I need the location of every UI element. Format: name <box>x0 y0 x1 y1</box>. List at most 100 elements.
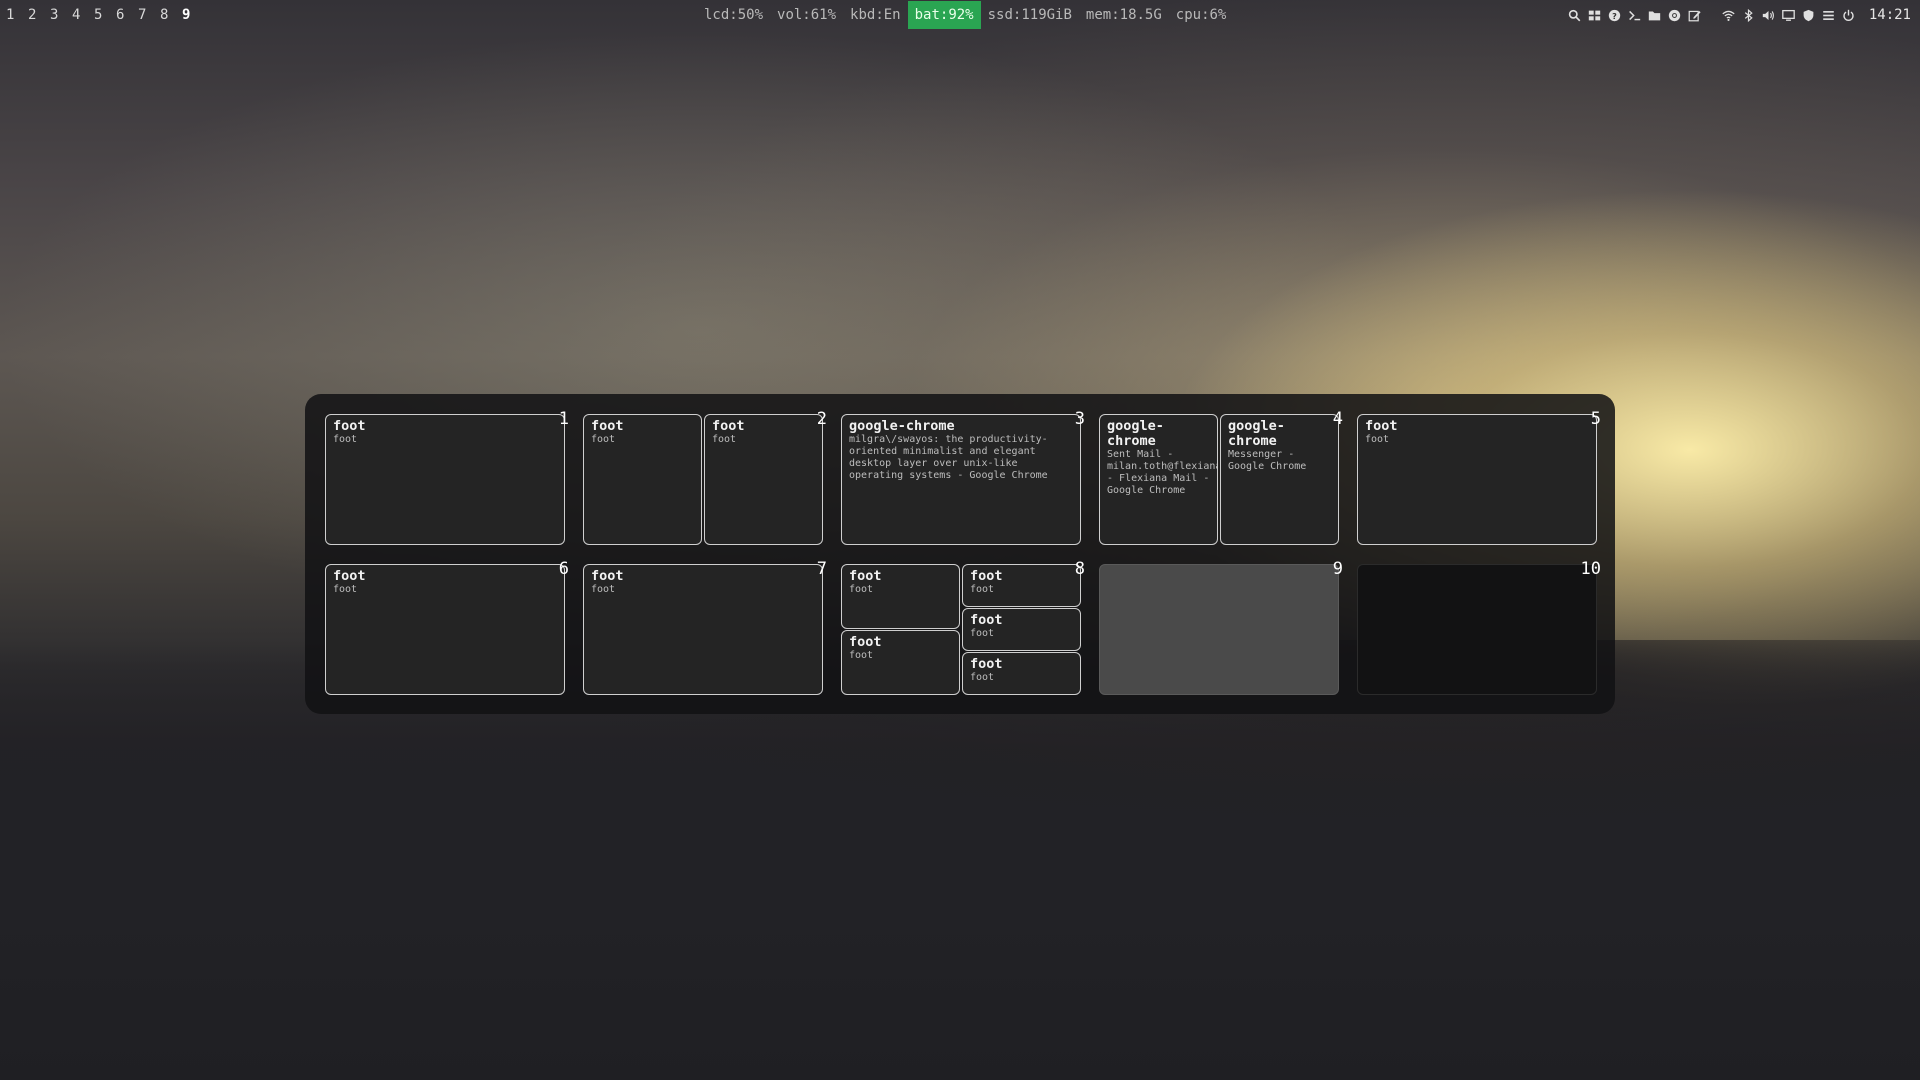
window-app-name: google-chrome <box>1107 418 1164 449</box>
window-thumbnail[interactable]: foot foot <box>1357 414 1597 545</box>
overview-workspace-8[interactable]: foot foot foot foot foot foot foot foot … <box>841 560 1085 695</box>
window-app-name: foot <box>970 612 1003 628</box>
clock[interactable]: 14:21 <box>1869 7 1911 23</box>
display-icon[interactable] <box>1779 5 1799 25</box>
window-thumbnail[interactable]: google-chrome Sent Mail - milan.toth@fle… <box>1099 414 1218 545</box>
window-app-name: foot <box>970 568 1003 584</box>
workspace-button-7[interactable]: 7 <box>138 7 160 23</box>
workspace-number: 1 <box>558 409 569 429</box>
window-thumbnail[interactable]: foot foot <box>962 564 1081 607</box>
window-app-name: foot <box>712 418 745 434</box>
window-title: foot <box>333 434 358 445</box>
workspace-button-1[interactable]: 1 <box>6 7 28 23</box>
window-app-name: foot <box>591 568 624 584</box>
window-thumbnail[interactable]: foot foot <box>962 652 1081 695</box>
overview-workspace-10[interactable]: 10 <box>1357 560 1601 695</box>
shield-icon[interactable] <box>1799 5 1819 25</box>
window-thumbnail[interactable]: foot foot <box>583 414 702 545</box>
memory-status[interactable]: mem:18.5G <box>1079 1 1169 29</box>
edit-icon[interactable] <box>1685 5 1705 25</box>
window-title: milgra\/swayos: the productivity-oriente… <box>849 434 1048 481</box>
workspace-button-2[interactable]: 2 <box>28 7 50 23</box>
window-app-name: foot <box>849 634 882 650</box>
overview-workspace-4[interactable]: google-chrome Sent Mail - milan.toth@fle… <box>1099 410 1343 545</box>
window-title: foot <box>849 650 874 661</box>
window-thumbnail[interactable]: google-chrome milgra\/swayos: the produc… <box>841 414 1081 545</box>
lcd-brightness-status[interactable]: lcd:50% <box>697 1 770 29</box>
workspace-number: 2 <box>816 409 827 429</box>
bluetooth-icon[interactable] <box>1739 5 1759 25</box>
svg-text:?: ? <box>1612 10 1617 20</box>
workspace-number: 4 <box>1332 409 1343 429</box>
wifi-icon[interactable] <box>1719 5 1739 25</box>
folder-icon[interactable] <box>1645 5 1665 25</box>
window-app-name: google-chrome <box>849 418 955 434</box>
window-app-name: foot <box>970 656 1003 672</box>
workspace-number: 3 <box>1074 409 1085 429</box>
search-icon[interactable] <box>1565 5 1585 25</box>
help-icon[interactable]: ? <box>1605 5 1625 25</box>
window-title: foot <box>970 584 995 595</box>
battery-status[interactable]: bat:92% <box>907 1 981 29</box>
window-title: foot <box>591 434 616 445</box>
window-thumbnail[interactable]: foot foot <box>583 564 823 695</box>
overview-workspace-6[interactable]: foot foot 6 <box>325 560 569 695</box>
workspace-overview: foot foot 1 foot foot foot foot 2 google… <box>305 394 1615 714</box>
window-thumbnail[interactable]: foot foot <box>841 630 960 695</box>
top-bar: 1 2 3 4 5 6 7 8 9 lcd:50% vol:61% kbd:En… <box>0 0 1920 30</box>
grid-icon[interactable] <box>1585 5 1605 25</box>
workspace-number: 5 <box>1590 409 1601 429</box>
window-app-name: foot <box>333 418 366 434</box>
volume-icon[interactable] <box>1759 5 1779 25</box>
window-title: foot <box>712 434 737 445</box>
window-title: foot <box>333 584 358 595</box>
workspace-number: 8 <box>1074 559 1085 579</box>
empty-workspace-preview <box>1357 564 1597 695</box>
window-thumbnail[interactable]: foot foot <box>962 608 1081 651</box>
cpu-status[interactable]: cpu:6% <box>1169 1 1234 29</box>
system-tray: ? 14:21 <box>1565 0 1920 30</box>
menu-icon[interactable] <box>1819 5 1839 25</box>
window-title: foot <box>849 584 874 595</box>
window-app-name: foot <box>1365 418 1398 434</box>
overview-workspace-9[interactable]: 9 <box>1099 560 1343 695</box>
status-indicators: lcd:50% vol:61% kbd:En bat:92% ssd:119Gi… <box>697 0 1233 30</box>
empty-workspace-preview <box>1099 564 1339 695</box>
window-app-name: foot <box>333 568 366 584</box>
power-icon[interactable] <box>1839 5 1859 25</box>
chrome-icon[interactable] <box>1665 5 1685 25</box>
window-title: Sent Mail - milan.toth@flexiana.com - Fl… <box>1107 449 1217 496</box>
window-thumbnail[interactable]: foot foot <box>325 564 565 695</box>
workspace-switcher: 1 2 3 4 5 6 7 8 9 <box>6 0 204 30</box>
workspace-number: 9 <box>1332 559 1343 579</box>
overview-workspace-2[interactable]: foot foot foot foot 2 <box>583 410 827 545</box>
terminal-icon[interactable] <box>1625 5 1645 25</box>
workspace-number: 7 <box>816 559 827 579</box>
workspace-button-8[interactable]: 8 <box>160 7 182 23</box>
window-thumbnail[interactable]: foot foot <box>325 414 565 545</box>
workspace-number: 10 <box>1580 559 1601 579</box>
overview-workspace-1[interactable]: foot foot 1 <box>325 410 569 545</box>
window-app-name: foot <box>849 568 882 584</box>
overview-workspace-3[interactable]: google-chrome milgra\/swayos: the produc… <box>841 410 1085 545</box>
window-title: foot <box>591 584 616 595</box>
workspace-button-5[interactable]: 5 <box>94 7 116 23</box>
workspace-button-4[interactable]: 4 <box>72 7 94 23</box>
workspace-button-9[interactable]: 9 <box>182 7 204 23</box>
window-thumbnail[interactable]: foot foot <box>841 564 960 629</box>
window-app-name: foot <box>591 418 624 434</box>
overview-workspace-7[interactable]: foot foot 7 <box>583 560 827 695</box>
workspace-number: 6 <box>558 559 569 579</box>
window-title: foot <box>970 628 995 639</box>
window-title: foot <box>1365 434 1390 445</box>
window-title: Messenger - Google Chrome <box>1228 449 1307 472</box>
window-thumbnail[interactable]: google-chrome Messenger - Google Chrome <box>1220 414 1339 545</box>
window-thumbnail[interactable]: foot foot <box>704 414 823 545</box>
window-app-name: google-chrome <box>1228 418 1285 449</box>
workspace-button-6[interactable]: 6 <box>116 7 138 23</box>
volume-status[interactable]: vol:61% <box>770 1 843 29</box>
ssd-status[interactable]: ssd:119GiB <box>981 1 1079 29</box>
keyboard-layout-status[interactable]: kbd:En <box>843 1 908 29</box>
workspace-button-3[interactable]: 3 <box>50 7 72 23</box>
overview-workspace-5[interactable]: foot foot 5 <box>1357 410 1601 545</box>
